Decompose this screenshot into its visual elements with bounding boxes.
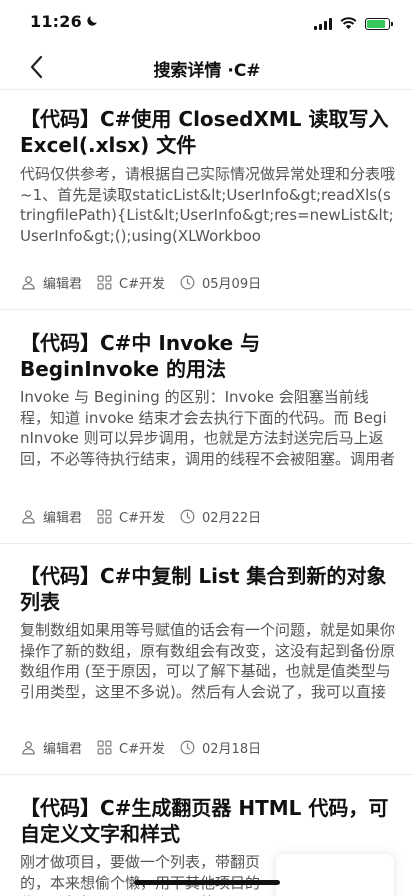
article-summary: Invoke 与 Begining 的区别：Invoke 会阻塞当前线程，知道 …	[20, 388, 396, 468]
clock-icon	[180, 275, 195, 290]
article-title[interactable]: 【代码】C#中 Invoke 与 BeginInvoke 的用法	[20, 330, 396, 382]
category-label: C#开发	[119, 511, 165, 526]
status-icons	[314, 14, 393, 33]
clock-icon	[180, 740, 195, 755]
author-name: 编辑君	[43, 511, 83, 526]
battery-level	[367, 19, 385, 28]
article-meta: 编辑君 C#开发 02月22日	[20, 507, 275, 526]
status-time: 11:26	[30, 12, 82, 31]
category-grid-icon	[97, 509, 112, 524]
article-title[interactable]: 【代码】C#生成翻页器 HTML 代码，可自定义文字和样式	[20, 795, 396, 847]
moon-icon	[86, 14, 99, 31]
clock-icon	[180, 509, 195, 524]
article-date: 02月18日	[202, 742, 262, 757]
article-title[interactable]: 【代码】C#中复制 List 集合到新的对象列表	[20, 563, 396, 615]
author-name: 编辑君	[43, 277, 83, 292]
article-summary: 复制数组如果用等号赋值的话会有一个问题，就是如果你操作了新的数组，原有数组会有改…	[20, 621, 396, 701]
user-icon	[22, 510, 35, 524]
page-title: 搜索详情 ·C#	[153, 61, 261, 81]
article-meta: 编辑君 C#开发 02月18日	[20, 738, 275, 757]
cellular-signal-icon	[314, 17, 332, 30]
battery-icon	[365, 17, 393, 30]
category-grid-icon	[97, 740, 112, 755]
article-meta: 编辑君 C#开发 05月09日	[20, 273, 275, 292]
category-grid-icon	[97, 275, 112, 290]
divider	[0, 774, 414, 775]
wifi-icon	[340, 14, 357, 33]
status-bar: 11:26	[0, 0, 414, 44]
author-name: 编辑君	[43, 742, 83, 757]
nav-bar: 搜索详情 ·C#	[0, 44, 414, 90]
floating-action-card[interactable]	[276, 854, 394, 896]
home-indicator[interactable]	[134, 880, 280, 885]
category-label: C#开发	[119, 742, 165, 757]
article-date: 02月22日	[202, 511, 262, 526]
article-title[interactable]: 【代码】C#使用 ClosedXML 读取写入Excel(.xlsx) 文件	[20, 106, 396, 158]
user-icon	[22, 276, 35, 290]
user-icon	[22, 741, 35, 755]
divider	[0, 543, 414, 544]
article-summary: 代码仅供参考，请根据自己实际情况做异常处理和分表哦~1、首先是读取staticL…	[20, 165, 396, 245]
article-date: 05月09日	[202, 277, 262, 292]
divider	[0, 309, 414, 310]
article-summary: 刚才做项目，要做一个列表，带翻页的，本来想偷个懒，用下其他项目的代码，想想，还是…	[20, 853, 261, 896]
category-label: C#开发	[119, 277, 165, 292]
